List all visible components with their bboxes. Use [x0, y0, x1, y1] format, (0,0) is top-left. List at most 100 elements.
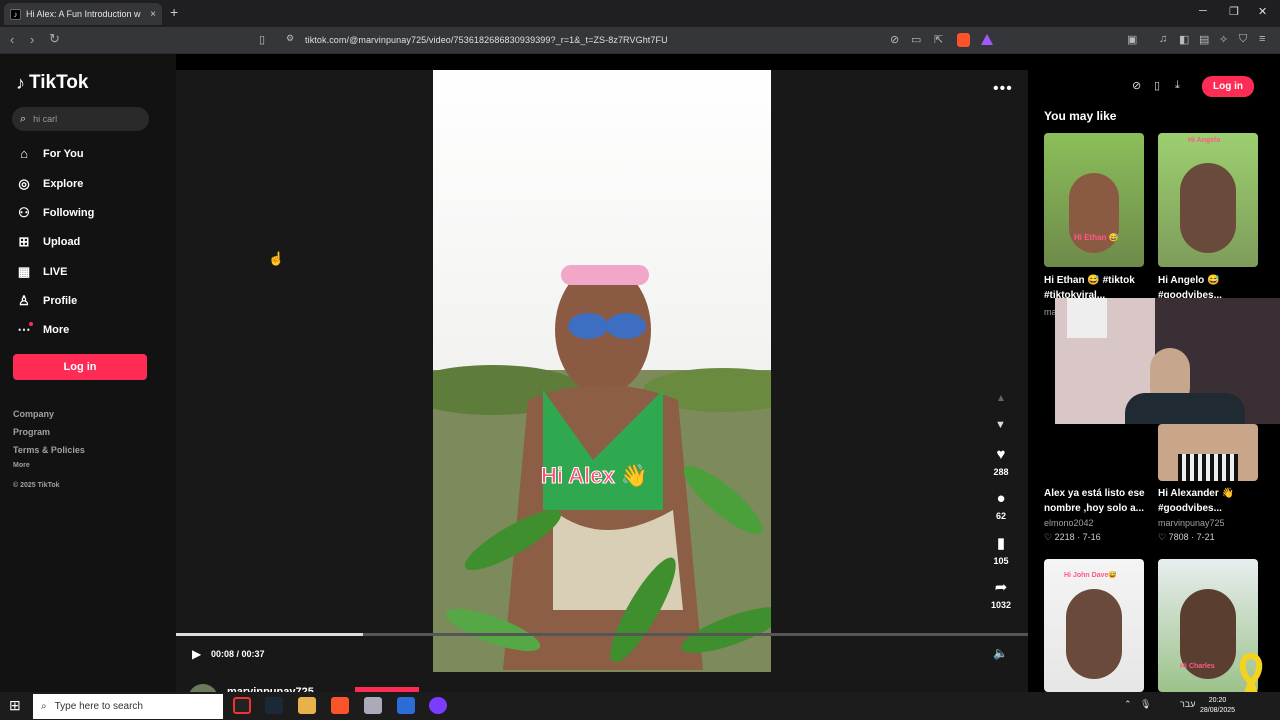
video-progress-bar[interactable]: [176, 633, 1028, 636]
compass-icon[interactable]: ⊘: [1132, 79, 1141, 92]
tray-chevron-icon[interactable]: ⌃: [1124, 699, 1132, 710]
recommend-author[interactable]: marvinpunay725: [1158, 518, 1225, 528]
notification-dot: [29, 322, 33, 326]
save-count: 105: [993, 556, 1009, 566]
sidebar-item-profile[interactable]: ♙ Profile: [16, 293, 77, 309]
next-video-icon[interactable]: ▼: [995, 419, 1006, 431]
sidebar-toggle-icon[interactable]: ◧: [1179, 33, 1189, 46]
system-clock[interactable]: 20:20 28/08/2025: [1200, 696, 1235, 716]
footer-more-link[interactable]: More: [13, 462, 30, 469]
translate-icon[interactable]: ⊘: [890, 33, 899, 46]
comment-count: 62: [995, 511, 1006, 521]
back-icon[interactable]: ‹: [10, 32, 14, 47]
recommend-thumbnail[interactable]: Hi John Dave😅: [1044, 559, 1144, 692]
windows-start-icon[interactable]: ⊞: [9, 697, 21, 714]
upload-icon: ⊞: [18, 234, 30, 249]
search-input[interactable]: ⌕ hi carl: [12, 107, 149, 131]
cast-icon[interactable]: ▭: [911, 33, 921, 46]
footer-company-link[interactable]: Company: [13, 409, 54, 419]
taskbar-search-input[interactable]: ⌕ Type here to search: [33, 694, 223, 719]
url-field[interactable]: tiktok.com/@marvinpunay725/video/7536182…: [305, 35, 668, 45]
clock-date: 28/08/2025: [1200, 707, 1236, 714]
sidebar-item-for-you[interactable]: ⌂ For You: [16, 146, 84, 161]
brave-shield-icon[interactable]: [957, 33, 970, 47]
progress-fill: [176, 633, 364, 636]
share-icon[interactable]: ⇱: [934, 33, 943, 46]
site-info-icon[interactable]: ⚙: [286, 33, 294, 44]
bookmark-icon[interactable]: ▯: [259, 33, 265, 46]
close-window-button[interactable]: ✕: [1258, 5, 1267, 18]
sidebar-item-following[interactable]: ⚇ Following: [16, 205, 94, 221]
new-tab-button[interactable]: +: [170, 4, 178, 20]
brave-browser-icon[interactable]: [331, 697, 349, 714]
forward-icon[interactable]: ›: [30, 32, 34, 47]
device-icon[interactable]: ▯: [1154, 79, 1160, 92]
menu-icon[interactable]: ≡: [1259, 33, 1265, 45]
video-player[interactable]: Hi Alex 👋: [433, 70, 771, 672]
tab-close-icon[interactable]: ×: [150, 9, 156, 20]
recommend-caption[interactable]: Hi Alexander 👋 #goodvibes...: [1158, 486, 1268, 516]
reader-icon[interactable]: ▣: [1127, 33, 1137, 46]
like-button[interactable]: ♥ 288: [988, 446, 1014, 477]
download-icon[interactable]: ⤓: [1175, 79, 1180, 92]
sidebar-item-live[interactable]: ▦ LIVE: [16, 264, 68, 280]
sidebar-item-explore[interactable]: ◎ Explore: [16, 176, 83, 192]
app-icon-purple[interactable]: [429, 697, 447, 714]
wallet-icon[interactable]: ▤: [1199, 33, 1209, 46]
app-icon-blue[interactable]: [397, 697, 415, 714]
media-icon[interactable]: ♫: [1159, 33, 1167, 45]
live-icon: ▦: [17, 264, 31, 279]
clock-time: 20:20: [1208, 697, 1227, 704]
recommend-author[interactable]: elmono2042: [1044, 518, 1094, 528]
keyboard-language[interactable]: עבר: [1180, 699, 1195, 709]
recommend-thumbnail[interactable]: Hi Ethan 😅: [1044, 133, 1144, 267]
footer-program-link[interactable]: Program: [13, 427, 50, 437]
footer-terms-link[interactable]: Terms & Policies: [13, 445, 85, 455]
video-frame: [433, 70, 771, 672]
thumbnail-overlay-text: Hi Angelo: [1188, 137, 1221, 144]
sidebar-item-upload[interactable]: ⊞ Upload: [16, 234, 81, 250]
sidebar-login-button[interactable]: Log in: [13, 354, 147, 380]
previous-video-icon[interactable]: ▲: [996, 393, 1006, 404]
thumbnail-overlay-text: Hi Ethan 😅: [1074, 233, 1119, 242]
brave-rewards-icon[interactable]: [981, 34, 993, 45]
browser-tab-active[interactable]: ♪ Hi Alex: A Fun Introduction w ×: [4, 3, 162, 25]
steam-icon[interactable]: [265, 697, 283, 714]
recommend-thumbnail[interactable]: Hi Angelo: [1158, 133, 1258, 267]
save-button[interactable]: ▮ 105: [988, 534, 1014, 566]
header-login-button[interactable]: Log in: [1202, 76, 1254, 97]
reload-icon[interactable]: ↻: [49, 31, 60, 47]
heart-icon: ♥: [996, 446, 1006, 463]
sidebar-item-more[interactable]: ⋯ More: [16, 322, 70, 338]
playback-time: 00:08 / 00:37: [211, 649, 265, 659]
volume-icon[interactable]: 🔈: [993, 646, 1008, 660]
tiktok-logo[interactable]: ♪ TikTok: [16, 72, 88, 94]
comment-button[interactable]: ● 62: [988, 490, 1014, 521]
share-count: 1032: [990, 600, 1012, 610]
recommend-caption[interactable]: Alex ya está listo ese nombre ,hoy solo …: [1044, 486, 1154, 516]
leo-icon[interactable]: ✧: [1219, 33, 1228, 46]
app-icon-red[interactable]: [233, 697, 251, 714]
play-icon[interactable]: ▶: [192, 647, 201, 661]
recommend-stats: ♡ 2218 · 7-16: [1044, 532, 1101, 542]
tiktok-favicon-icon: ♪: [10, 8, 21, 20]
more-options-icon[interactable]: •••: [993, 80, 1013, 98]
search-icon: ⌕: [20, 112, 27, 125]
webcam-overlay: [1055, 298, 1280, 424]
file-explorer-icon[interactable]: [298, 697, 316, 714]
sidebar-item-label: For You: [43, 147, 84, 160]
search-value: hi carl: [33, 114, 58, 124]
restore-button[interactable]: ❐: [1229, 5, 1239, 18]
app-icon-gray[interactable]: [364, 697, 382, 714]
share-button[interactable]: ➦ 1032: [988, 578, 1014, 610]
copyright-text: © 2025 TikTok: [13, 482, 60, 489]
search-icon: ⌕: [41, 701, 47, 712]
taskbar-search-placeholder: Type here to search: [54, 701, 143, 712]
recommend-thumbnail[interactable]: [1158, 424, 1258, 481]
tiktok-note-icon: ♪: [16, 72, 25, 93]
vpn-icon[interactable]: ⛉: [1239, 33, 1247, 46]
microphone-icon[interactable]: 🎙: [1140, 699, 1151, 710]
minimize-button[interactable]: ─: [1199, 5, 1207, 17]
logo-text: TikTok: [29, 72, 89, 93]
share-arrow-icon: ➦: [994, 579, 1008, 596]
